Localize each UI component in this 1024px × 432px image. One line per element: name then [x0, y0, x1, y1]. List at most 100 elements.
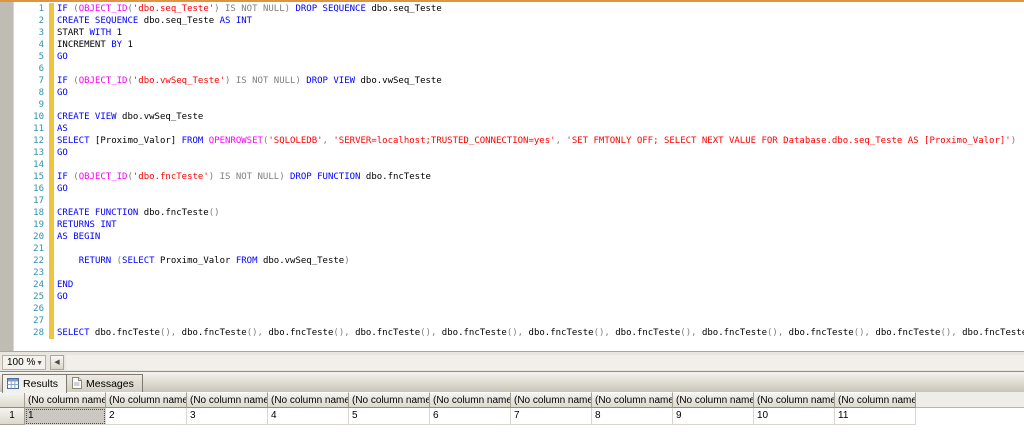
- change-tracking-bar: [49, 267, 54, 279]
- code-line[interactable]: 4 INCREMENT BY 1: [0, 39, 1024, 51]
- change-tracking-bar: [49, 63, 54, 75]
- tab-results[interactable]: Results: [2, 374, 68, 394]
- code-line[interactable]: 14: [0, 159, 1024, 171]
- editor-bottom-bar: 100 % ▼ ◀: [0, 351, 1024, 371]
- grid-column-header[interactable]: (No column name): [511, 392, 592, 408]
- grid-column-header[interactable]: (No column name): [25, 392, 106, 408]
- line-number: 18: [33, 208, 44, 218]
- grid-cell[interactable]: 7: [511, 408, 592, 425]
- grid-cell[interactable]: 6: [430, 408, 511, 425]
- code-line[interactable]: 8 GO: [0, 87, 1024, 99]
- tab-results-label: Results: [23, 378, 59, 390]
- code-line[interactable]: 5 GO: [0, 51, 1024, 63]
- line-number: 15: [33, 172, 44, 182]
- code-line[interactable]: 9: [0, 99, 1024, 111]
- change-tracking-bar: [49, 291, 54, 303]
- grid-column-header[interactable]: (No column name): [187, 392, 268, 408]
- tab-messages-label: Messages: [86, 378, 134, 390]
- code-line[interactable]: 1 IF (OBJECT_ID('dbo.seq_Teste') IS NOT N…: [0, 3, 1024, 15]
- code-line[interactable]: 22 RETURN (SELECT Proximo_Valor FROM dbo…: [0, 255, 1024, 267]
- grid-cell[interactable]: 5: [349, 408, 430, 425]
- code-text: IF (OBJECT_ID('dbo.vwSeq_Teste') IS NOT …: [57, 76, 442, 86]
- tab-messages[interactable]: Messages: [66, 374, 143, 392]
- code-line[interactable]: 3 START WITH 1: [0, 27, 1024, 39]
- grid-column-header[interactable]: (No column name): [268, 392, 349, 408]
- code-line[interactable]: 12 SELECT [Proximo_Valor] FROM OPENROWSET…: [0, 135, 1024, 147]
- code-line[interactable]: 20 AS BEGIN: [0, 231, 1024, 243]
- line-number: 2: [38, 16, 44, 26]
- code-text: END: [57, 280, 74, 290]
- code-line[interactable]: 25 GO: [0, 291, 1024, 303]
- code-line[interactable]: 27: [0, 315, 1024, 327]
- change-tracking-bar: [49, 3, 54, 15]
- grid-column-header[interactable]: (No column name): [349, 392, 430, 408]
- code-line[interactable]: 11 AS: [0, 123, 1024, 135]
- code-text: SELECT dbo.fncTeste(), dbo.fncTeste(), d…: [57, 328, 1024, 338]
- code-text: AS BEGIN: [57, 232, 101, 242]
- code-text: GO: [57, 292, 68, 302]
- grid-corner-cell[interactable]: [0, 392, 25, 408]
- code-line[interactable]: 13 GO: [0, 147, 1024, 159]
- line-number: 11: [33, 124, 44, 134]
- code-line[interactable]: 2 CREATE SEQUENCE dbo.seq_Teste AS INT: [0, 15, 1024, 27]
- results-tabbar: Results Messages: [0, 371, 1024, 394]
- code-line[interactable]: 17: [0, 195, 1024, 207]
- grid-cell[interactable]: 2: [106, 408, 187, 425]
- grid-column-header[interactable]: (No column name): [430, 392, 511, 408]
- code-line[interactable]: 6: [0, 63, 1024, 75]
- change-tracking-bar: [49, 135, 54, 147]
- code-text: CREATE VIEW dbo.vwSeq_Teste: [57, 112, 204, 122]
- zoom-level-combo[interactable]: 100 % ▼: [2, 355, 46, 370]
- code-text: RETURNS INT: [57, 220, 117, 230]
- ssms-query-window: 1 IF (OBJECT_ID('dbo.seq_Teste') IS NOT N…: [0, 0, 1024, 432]
- line-number: 26: [33, 304, 44, 314]
- change-tracking-bar: [49, 27, 54, 39]
- grid-cell[interactable]: 9: [673, 408, 754, 425]
- grid-cell[interactable]: 8: [592, 408, 673, 425]
- code-line[interactable]: 23: [0, 267, 1024, 279]
- line-number: 22: [33, 256, 44, 266]
- code-line[interactable]: 18 CREATE FUNCTION dbo.fncTeste(): [0, 207, 1024, 219]
- grid-column-header[interactable]: (No column name): [592, 392, 673, 408]
- code-line[interactable]: 16 GO: [0, 183, 1024, 195]
- hscroll-track[interactable]: [66, 355, 1024, 370]
- grid-cell[interactable]: 10: [754, 408, 835, 425]
- grid-cell[interactable]: 11: [835, 408, 916, 425]
- code-line[interactable]: 21: [0, 243, 1024, 255]
- line-number: 1: [38, 4, 44, 14]
- change-tracking-bar: [49, 279, 54, 291]
- code-text: RETURN (SELECT Proximo_Valor FROM dbo.vw…: [78, 256, 350, 266]
- grid-row-header[interactable]: 1: [0, 408, 25, 425]
- change-tracking-bar: [49, 183, 54, 195]
- chevron-down-icon: ▼: [36, 360, 43, 367]
- grid-column-header[interactable]: (No column name): [754, 392, 835, 408]
- code-line[interactable]: 10 CREATE VIEW dbo.vwSeq_Teste: [0, 111, 1024, 123]
- code-line[interactable]: 28 SELECT dbo.fncTeste(), dbo.fncTeste(),…: [0, 327, 1024, 339]
- sql-editor[interactable]: 1 IF (OBJECT_ID('dbo.seq_Teste') IS NOT N…: [0, 0, 1024, 351]
- change-tracking-bar: [49, 255, 54, 267]
- grid-cell[interactable]: 3: [187, 408, 268, 425]
- line-number: 13: [33, 148, 44, 158]
- change-tracking-bar: [49, 39, 54, 51]
- grid-column-header[interactable]: (No column name): [835, 392, 916, 408]
- code-line[interactable]: 19 RETURNS INT: [0, 219, 1024, 231]
- grid-column-header[interactable]: (No column name): [106, 392, 187, 408]
- grid-cell[interactable]: 4: [268, 408, 349, 425]
- code-line[interactable]: 24 END: [0, 279, 1024, 291]
- grid-column-header[interactable]: (No column name): [673, 392, 754, 408]
- code-text: AS: [57, 124, 68, 134]
- line-number: 28: [33, 328, 44, 338]
- code-line[interactable]: 26: [0, 303, 1024, 315]
- results-grid-icon: [7, 378, 19, 394]
- line-number: 8: [38, 88, 44, 98]
- hscroll-left-arrow-button[interactable]: ◀: [50, 355, 64, 370]
- code-text: CREATE FUNCTION dbo.fncTeste(): [57, 208, 220, 218]
- grid-cell[interactable]: 1: [25, 408, 106, 425]
- code-line[interactable]: 7 IF (OBJECT_ID('dbo.vwSeq_Teste') IS NOT…: [0, 75, 1024, 87]
- zoom-level-value: 100 %: [7, 357, 36, 368]
- code-text: GO: [57, 184, 68, 194]
- line-number: 3: [38, 28, 44, 38]
- code-line[interactable]: 15 IF (OBJECT_ID('dbo.fncTeste') IS NOT N…: [0, 171, 1024, 183]
- line-number: 5: [38, 52, 44, 62]
- grid-header-filler: [916, 392, 1024, 408]
